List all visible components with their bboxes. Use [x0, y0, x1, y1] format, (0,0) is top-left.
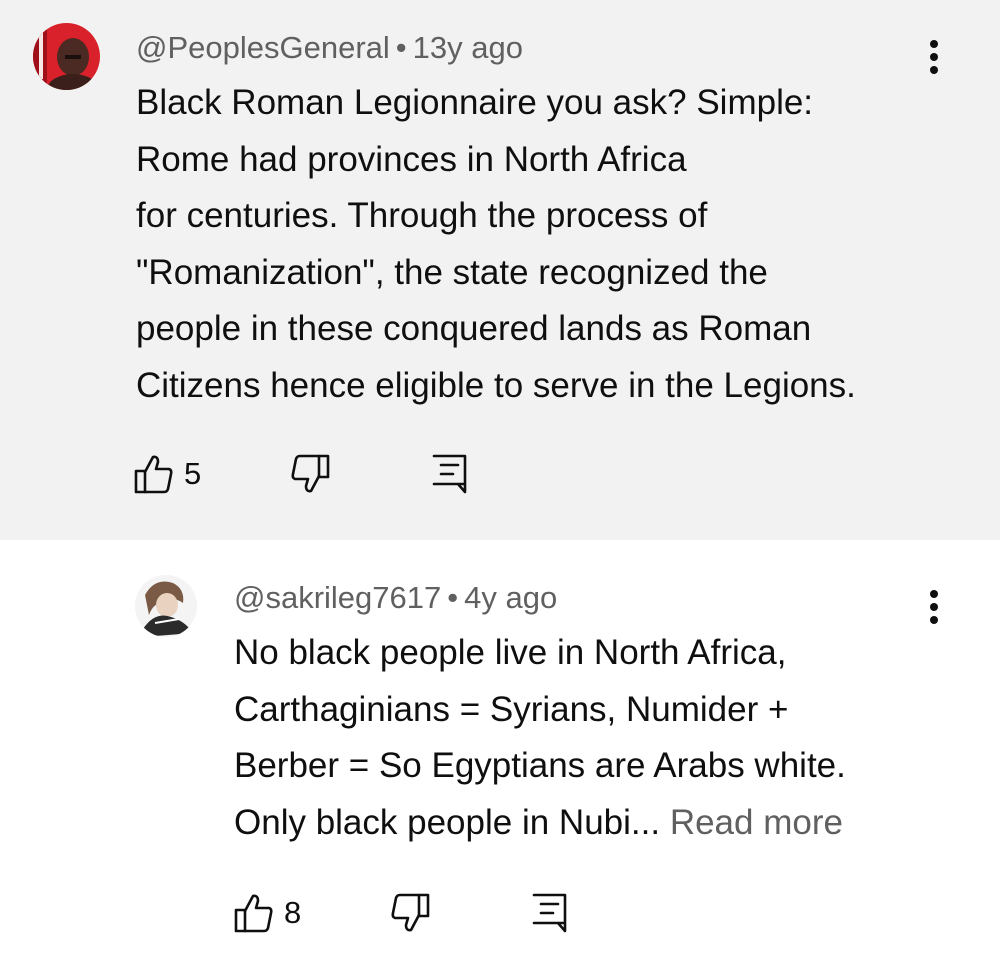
dislike-button[interactable]	[390, 888, 430, 938]
comment-1: @PeoplesGeneral • 13y ago Black Roman Legi…	[0, 0, 1000, 540]
comment-line: No black people live in North Africa,	[234, 633, 787, 672]
comment-text: Black Roman Legionnaire you ask? Simple:…	[136, 75, 856, 414]
like-button[interactable]: 5	[134, 449, 201, 499]
timestamp[interactable]: 4y ago	[464, 580, 557, 615]
comment-2: @sakrileg7617 • 4y ago No black people liv…	[0, 540, 1000, 954]
timestamp[interactable]: 13y ago	[413, 30, 523, 65]
reply-comment-icon	[532, 893, 567, 933]
comment-line: "Romanization", the state recognized the	[136, 252, 768, 292]
action-bar: 8	[234, 888, 594, 938]
more-actions-button[interactable]	[914, 32, 954, 82]
read-more-link[interactable]: Read more	[670, 803, 843, 842]
comment-line: Rome had provinces in North Africa	[136, 139, 687, 179]
comment-line: Berber = So Egyptians are Arabs white.	[234, 746, 846, 785]
comment-line: Carthaginians = Syrians, Numider +	[234, 689, 789, 729]
author-handle[interactable]: @sakrileg7617	[234, 580, 441, 615]
action-bar: 5	[134, 449, 494, 499]
more-vert-icon	[930, 590, 938, 624]
avatar[interactable]	[33, 23, 100, 90]
reply-button[interactable]	[432, 449, 468, 499]
comment-line: for centuries. Through the process of	[136, 196, 708, 235]
thumbs-down-icon	[291, 454, 330, 493]
reply-comment-icon	[432, 454, 467, 494]
reply-button[interactable]	[532, 888, 568, 938]
truncated-text: Only black people in Nubi...	[234, 802, 661, 842]
more-vert-icon	[930, 40, 938, 74]
comment-meta: @PeoplesGeneral • 13y ago	[136, 29, 523, 67]
comment-thread: @PeoplesGeneral • 13y ago Black Roman Legi…	[0, 0, 1000, 954]
avatar[interactable]	[135, 575, 197, 637]
comment-meta: @sakrileg7617 • 4y ago	[234, 579, 557, 617]
meta-separator: •	[447, 580, 459, 615]
like-button[interactable]: 8	[234, 888, 301, 938]
thumbs-up-icon	[234, 894, 273, 933]
dislike-button[interactable]	[290, 449, 330, 499]
thumbs-up-icon	[134, 455, 173, 494]
comment-line: Black Roman Legionnaire you ask? Simple:	[136, 83, 814, 122]
more-actions-button[interactable]	[914, 582, 954, 632]
comment-text: No black people live in North Africa, Ca…	[234, 625, 846, 851]
meta-separator: •	[395, 30, 407, 65]
like-count: 5	[184, 456, 202, 491]
comment-line: people in these conquered lands as Roman	[136, 309, 812, 348]
like-count: 8	[284, 895, 302, 930]
comment-line: Citizens hence eligible to serve in the …	[136, 365, 856, 405]
thumbs-down-icon	[391, 893, 430, 932]
author-handle[interactable]: @PeoplesGeneral	[136, 30, 390, 65]
comment-line-truncated: Only black people in Nubi... Read more	[234, 795, 846, 852]
